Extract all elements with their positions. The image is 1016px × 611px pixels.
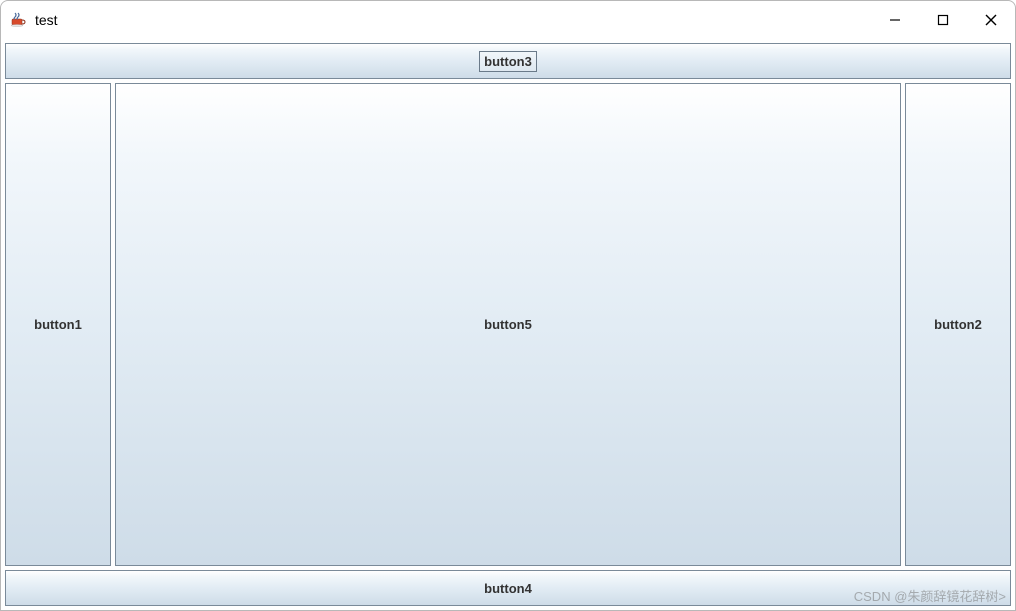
application-window: test button3 button1 button5: [0, 0, 1016, 611]
button-south-label: button4: [484, 581, 532, 596]
window-controls: [871, 1, 1015, 39]
button-east[interactable]: button2: [905, 83, 1011, 566]
button-north[interactable]: button3: [5, 43, 1011, 79]
button-west[interactable]: button1: [5, 83, 111, 566]
titlebar-left: test: [9, 10, 58, 30]
button-south[interactable]: button4: [5, 570, 1011, 606]
close-button[interactable]: [967, 4, 1015, 36]
titlebar: test: [1, 1, 1015, 39]
button-center-label: button5: [484, 317, 532, 332]
button-west-label: button1: [34, 317, 82, 332]
minimize-button[interactable]: [871, 4, 919, 36]
window-title: test: [35, 12, 58, 28]
button-north-label: button3: [479, 51, 537, 72]
borderlayout-panel: button3 button1 button5 button2 button4: [1, 39, 1015, 610]
button-center[interactable]: button5: [115, 83, 901, 566]
middle-row: button1 button5 button2: [5, 83, 1011, 566]
java-cup-icon: [9, 10, 29, 30]
maximize-button[interactable]: [919, 4, 967, 36]
button-east-label: button2: [934, 317, 982, 332]
